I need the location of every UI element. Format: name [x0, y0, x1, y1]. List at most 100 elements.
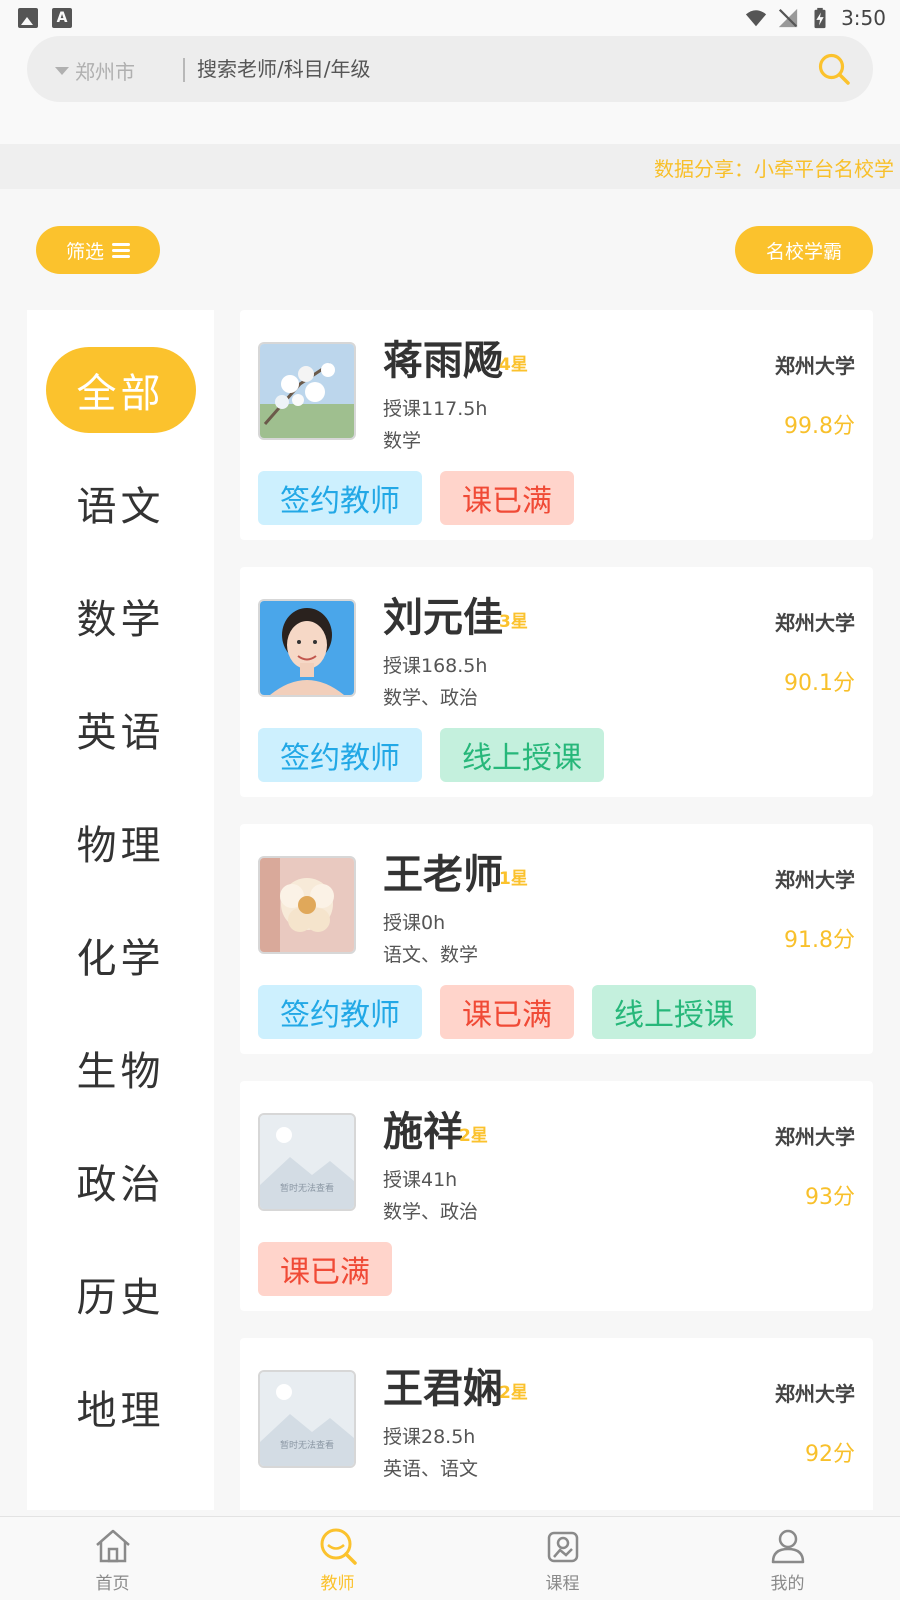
teacher-avatar: 暂时无法查看	[258, 1370, 356, 1468]
bottom-navigation: 首页 教师 课程 我的	[0, 1516, 900, 1600]
famous-school-button[interactable]: 名校学霸	[735, 226, 873, 274]
font-notification-icon: A	[52, 8, 72, 28]
teacher-name: 刘元佳	[383, 595, 503, 641]
tag-class-full: 课已满	[258, 1242, 392, 1296]
marquee-text: 数据分享：小牵平台名校学	[654, 157, 894, 181]
subject-label: 语文	[76, 484, 165, 530]
nav-profile[interactable]: 我的	[675, 1517, 900, 1600]
nav-profile-label: 我的	[770, 1574, 805, 1594]
subject-label: 政治	[76, 1162, 165, 1208]
city-selector[interactable]: 郑州市	[55, 56, 135, 85]
search-bar: 郑州市	[27, 36, 873, 102]
tag-online-teaching: 线上授课	[592, 985, 756, 1039]
subject-item-chemistry[interactable]: 化学	[27, 913, 214, 997]
teacher-score: 99.8分	[784, 414, 855, 439]
subject-label: 生物	[76, 1049, 165, 1095]
portrait-photo-icon	[260, 601, 354, 695]
famous-school-label: 名校学霸	[765, 240, 842, 263]
teacher-name: 王老师	[383, 852, 503, 898]
teacher-stars: 1星	[499, 869, 528, 889]
course-icon	[547, 1531, 578, 1563]
placeholder-caption: 暂时无法查看	[279, 1441, 334, 1451]
nav-home[interactable]: 首页	[0, 1517, 225, 1600]
subject-label: 英语	[76, 710, 165, 756]
subject-item-biology[interactable]: 生物	[27, 1026, 214, 1110]
teaching-hours: 授课41h	[383, 1169, 458, 1191]
teacher-subjects: 数学、政治	[383, 687, 479, 709]
placeholder-caption: 暂时无法查看	[279, 1184, 334, 1194]
teacher-tags: 签约教师 课已满 线上授课	[258, 985, 756, 1039]
subject-item-english[interactable]: 英语	[27, 687, 214, 771]
tag-signed-teacher: 签约教师	[258, 985, 422, 1039]
nav-home-label: 首页	[95, 1574, 130, 1594]
search-input[interactable]	[197, 50, 797, 88]
teacher-tags: 签约教师 课已满	[258, 471, 574, 525]
subject-label: 全部	[45, 347, 196, 433]
nav-courses[interactable]: 课程	[450, 1517, 675, 1600]
teacher-score: 90.1分	[784, 671, 855, 696]
teacher-list: 蒋雨飏 4星 授课117.5h 数学 郑州大学 99.8分 签约教师 课已满 刘…	[240, 310, 873, 1510]
teaching-hours: 授课28.5h	[383, 1426, 476, 1448]
wifi-icon	[745, 10, 767, 27]
teacher-card[interactable]: 刘元佳 3星 授课168.5h 数学、政治 郑州大学 90.1分 签约教师 线上…	[240, 567, 873, 797]
subject-item-math[interactable]: 数学	[27, 574, 214, 658]
subject-label: 物理	[76, 823, 165, 869]
city-label: 郑州市	[75, 60, 135, 84]
filter-label: 筛选	[65, 240, 104, 263]
tag-class-full: 课已满	[440, 985, 574, 1039]
subject-item-chinese[interactable]: 语文	[27, 461, 214, 545]
status-bar: A 3:50	[0, 0, 900, 36]
subject-sidebar: 全部 语文 数学 英语 物理 化学 生物 政治 历史 地理	[27, 310, 214, 1510]
teacher-university: 郑州大学	[775, 354, 855, 378]
teacher-score: 91.8分	[784, 928, 855, 953]
teacher-subjects: 数学	[383, 430, 422, 452]
profile-icon	[771, 1529, 804, 1564]
teacher-stars: 2星	[499, 1383, 528, 1403]
subject-item-history[interactable]: 历史	[27, 1252, 214, 1336]
teacher-name: 王君娴	[383, 1366, 503, 1412]
nav-courses-label: 课程	[545, 1574, 580, 1594]
subject-item-all[interactable]: 全部	[27, 347, 214, 433]
search-icon[interactable]	[817, 52, 851, 86]
teacher-university: 郑州大学	[775, 868, 855, 892]
teaching-hours: 授课117.5h	[383, 398, 488, 420]
teacher-avatar	[258, 856, 356, 954]
teaching-hours: 授课0h	[383, 912, 446, 934]
teacher-avatar	[258, 342, 356, 440]
teacher-university: 郑州大学	[775, 1382, 855, 1406]
teacher-search-icon	[320, 1528, 357, 1565]
nav-teachers-label: 教师	[320, 1574, 355, 1594]
subject-item-politics[interactable]: 政治	[27, 1139, 214, 1223]
subject-label: 历史	[76, 1275, 165, 1321]
subject-item-geography[interactable]: 地理	[27, 1365, 214, 1449]
teacher-avatar: 暂时无法查看	[258, 1113, 356, 1211]
tag-signed-teacher: 签约教师	[258, 728, 422, 782]
teacher-score: 93分	[805, 1185, 855, 1210]
tag-class-full: 课已满	[440, 471, 574, 525]
teacher-tags: 签约教师 线上授课	[258, 728, 604, 782]
status-time: 3:50	[841, 6, 886, 30]
teacher-subjects: 英语、语文	[383, 1458, 479, 1480]
search-header: 郑州市	[0, 36, 900, 144]
teacher-stars: 4星	[499, 355, 528, 375]
teacher-card[interactable]: 王老师 1星 授课0h 语文、数学 郑州大学 91.8分 签约教师 课已满 线上…	[240, 824, 873, 1054]
image-placeholder-icon	[260, 1115, 354, 1209]
tag-signed-teacher: 签约教师	[258, 471, 422, 525]
teacher-card[interactable]: 暂时无法查看 施祥 2星 授课41h 数学、政治 郑州大学 93分 课已满	[240, 1081, 873, 1311]
teacher-name: 蒋雨飏	[383, 338, 503, 384]
no-signal-icon	[778, 8, 798, 28]
menu-icon	[112, 243, 130, 258]
image-placeholder-icon	[260, 1372, 354, 1466]
teacher-card[interactable]: 蒋雨飏 4星 授课117.5h 数学 郑州大学 99.8分 签约教师 课已满	[240, 310, 873, 540]
nav-teachers[interactable]: 教师	[225, 1517, 450, 1600]
teaching-hours: 授课168.5h	[383, 655, 488, 677]
teacher-stars: 3星	[499, 612, 528, 632]
filter-button[interactable]: 筛选	[36, 226, 160, 274]
tag-online-teaching: 线上授课	[440, 728, 604, 782]
teacher-subjects: 语文、数学	[383, 944, 479, 966]
subject-label: 数学	[76, 597, 165, 643]
subject-item-physics[interactable]: 物理	[27, 800, 214, 884]
teacher-score: 92分	[805, 1442, 855, 1467]
search-divider	[183, 58, 185, 82]
teacher-card[interactable]: 暂时无法查看 王君娴 2星 授课28.5h 英语、语文 郑州大学 92分	[240, 1338, 873, 1510]
